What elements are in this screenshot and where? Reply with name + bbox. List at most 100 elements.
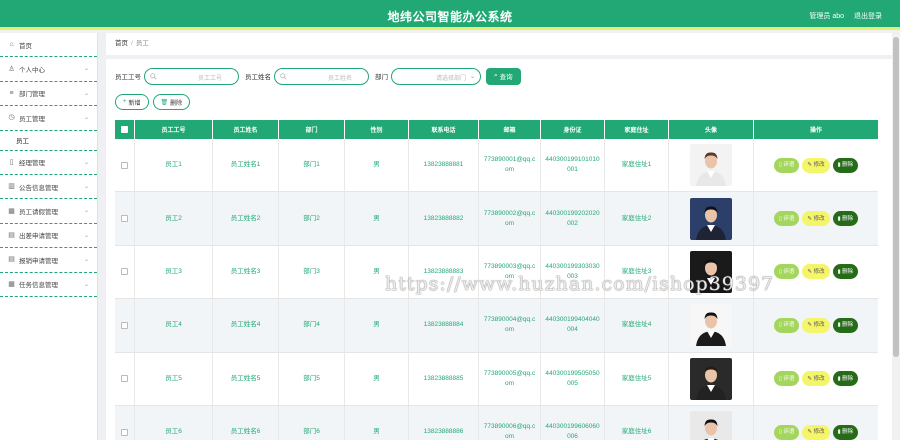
delete-button[interactable]: ▮ 删除 (832, 211, 859, 227)
edit-button[interactable]: ✎ 修改 (802, 317, 830, 333)
row-checkbox[interactable] (121, 268, 128, 276)
vertical-scrollbar[interactable] (892, 33, 900, 440)
sidebar-item[interactable]: ⌂ 首页 (0, 33, 97, 58)
dept-cell: 部门3 (279, 245, 345, 299)
select-all-checkbox[interactable] (121, 126, 128, 133)
table-row: 员工4 员工姓名4 部门4 男 13823888884 773890004@qq.com 4… (115, 299, 878, 353)
delete-label: 删除 (842, 215, 854, 222)
dept-label: 部门 (375, 74, 388, 81)
sidebar-item-label: 报销申请管理 (19, 257, 58, 265)
column-header: 头像 (669, 120, 754, 139)
review-button[interactable]: ▯ 评语 (773, 424, 800, 440)
breadcrumb-home[interactable]: 首页 (115, 40, 128, 47)
avatar (690, 357, 732, 400)
add-button[interactable]: + 新增 (115, 94, 149, 110)
row-checkbox[interactable] (121, 428, 128, 436)
sidebar-item[interactable]: ▤ 报销申请管理 ⌄ (0, 248, 97, 273)
delete-button[interactable]: ▮ 删除 (832, 157, 859, 173)
sidebar-item[interactable]: ▦ 任务信息管理 ⌄ (0, 273, 97, 297)
address-cell: 家庭住址4 (605, 299, 669, 352)
edit-button[interactable]: ✎ 修改 (802, 264, 830, 280)
row-checkbox[interactable] (121, 215, 128, 223)
review-button[interactable]: ▯ 评语 (773, 317, 800, 333)
review-button[interactable]: ▯ 评语 (773, 371, 800, 387)
id-card-cell: 440300199202020002 (541, 192, 605, 245)
delete-button[interactable]: ▮ 删除 (832, 371, 859, 387)
operations-cell: ▯ 评语 ✎ 修改 ▮ 删除 (754, 299, 878, 351)
trash-icon: 🗑 (160, 99, 169, 106)
chevron-down-icon: ⌄ (83, 232, 89, 239)
chevron-down-icon: ⌄ (83, 115, 89, 122)
row-checkbox[interactable] (121, 161, 128, 169)
user-icon: ♙ (8, 65, 15, 73)
breadcrumb-separator: / (131, 40, 133, 47)
edit-button[interactable]: ✎ 修改 (802, 211, 830, 227)
delete-button[interactable]: ▮ 删除 (832, 424, 859, 440)
chevron-down-icon: ⌄ (469, 73, 475, 80)
table-row: 员工5 员工姓名5 部门5 男 13823888885 773890005@qq.com 4… (115, 352, 878, 406)
emp-name-input[interactable]: 员工姓名 (274, 67, 369, 85)
id-card-cell: 440300199505050005 (541, 352, 605, 405)
sidebar-item[interactable]: ▤ 出差申请管理 ⌄ (0, 224, 97, 249)
avatar (690, 144, 732, 187)
table-header: 员工工号 员工姓名 部门 性别 联系电话 邮箱 身份证 家庭住址 头像 操作 (115, 120, 878, 139)
query-button[interactable]: ⌕ 查询 (486, 67, 521, 85)
dept-select[interactable]: 请选择部门 ⌄ (391, 67, 481, 85)
operations-cell: ▯ 评语 ✎ 修改 ▮ 删除 (754, 406, 878, 440)
review-label: 评语 (783, 375, 795, 382)
operations-cell: ▯ 评语 ✎ 修改 ▮ 删除 (754, 192, 878, 244)
address-cell: 家庭住址2 (605, 192, 669, 245)
table-row: 员工1 员工姓名1 部门1 男 13823888881 773890001@qq.com 4… (115, 139, 878, 193)
avatar (690, 197, 732, 240)
sidebar-item[interactable]: ≡ 部门管理 ⌄ (0, 82, 97, 107)
sidebar-item[interactable]: ◷ 员工管理 ⌄ (0, 106, 97, 131)
breadcrumb: 首页 / 员工 (106, 33, 892, 55)
column-header: 操作 (809, 128, 822, 134)
edit-button[interactable]: ✎ 修改 (802, 424, 830, 440)
review-label: 评语 (783, 268, 795, 275)
sidebar-item[interactable]: ▦ 员工请假管理 ⌄ (0, 199, 97, 224)
batch-delete-button[interactable]: 🗑 删除 (152, 94, 191, 110)
logout-link[interactable]: 退出登录 (854, 13, 882, 20)
row-checkbox[interactable] (121, 375, 128, 383)
avatar-cell (669, 352, 754, 405)
content-panel: 员工工号 员工工号 员工姓名 员工姓名 部门 请选择部门 ⌄ ⌕ 查询 + 新增 🗑… (106, 59, 892, 440)
scroll-thumb[interactable] (893, 37, 899, 357)
watermark: https://www.huzhan.com/ishop39397 (385, 273, 775, 295)
review-button[interactable]: ▯ 评语 (773, 157, 800, 173)
review-button[interactable]: ▯ 评语 (773, 211, 800, 227)
review-label: 评语 (783, 322, 795, 329)
edit-label: 修改 (813, 162, 825, 169)
emp-name-cell: 员工姓名1 (213, 139, 279, 192)
row-select-cell (115, 352, 135, 405)
review-button[interactable]: ▯ 评语 (773, 264, 800, 280)
grid-icon: ▦ (8, 207, 15, 215)
main-content: 首页 / 员工 员工工号 员工工号 员工姓名 员工姓名 部门 请选择部门 ⌄ ⌕ 查询… (106, 33, 892, 440)
operations-cell: ▯ 评语 ✎ 修改 ▮ 删除 (754, 353, 878, 405)
sidebar-item[interactable]: ♙ 个人中心 ⌄ (0, 57, 97, 82)
sidebar-item[interactable]: ▥ 公告信息管理 ⌄ (0, 175, 97, 200)
sidebar-item[interactable]: ▯ 经理管理 ⌄ (0, 151, 97, 175)
delete-label: 删除 (842, 429, 854, 436)
sidebar-item-label: 部门管理 (19, 91, 45, 99)
sidebar-subitem-employee[interactable]: 员工 (0, 130, 97, 151)
gender-cell: 男 (345, 192, 409, 245)
row-checkbox[interactable] (121, 321, 128, 329)
breadcrumb-current: 员工 (135, 40, 149, 47)
edit-button[interactable]: ✎ 修改 (802, 371, 830, 387)
edit-button[interactable]: ✎ 修改 (802, 157, 830, 173)
avatar-cell (669, 405, 754, 440)
phone-cell: 13823888881 (409, 139, 479, 192)
address-cell: 家庭住址1 (605, 139, 669, 192)
emp-no-input[interactable]: 员工工号 (144, 67, 239, 85)
emp-name-cell: 员工姓名6 (213, 405, 279, 440)
phone-cell: 13823888886 (409, 405, 479, 440)
address-cell: 家庭住址5 (605, 352, 669, 405)
dept-cell: 部门5 (279, 352, 345, 405)
chart-icon: ▥ (8, 183, 15, 191)
delete-button[interactable]: ▮ 删除 (832, 317, 859, 333)
delete-button[interactable]: ▮ 删除 (832, 264, 859, 280)
search-bar: 员工工号 员工工号 员工姓名 员工姓名 部门 请选择部门 ⌄ ⌕ 查询 (115, 67, 521, 85)
emp-name-cell: 员工姓名4 (213, 299, 279, 352)
plus-icon: + (123, 99, 127, 105)
